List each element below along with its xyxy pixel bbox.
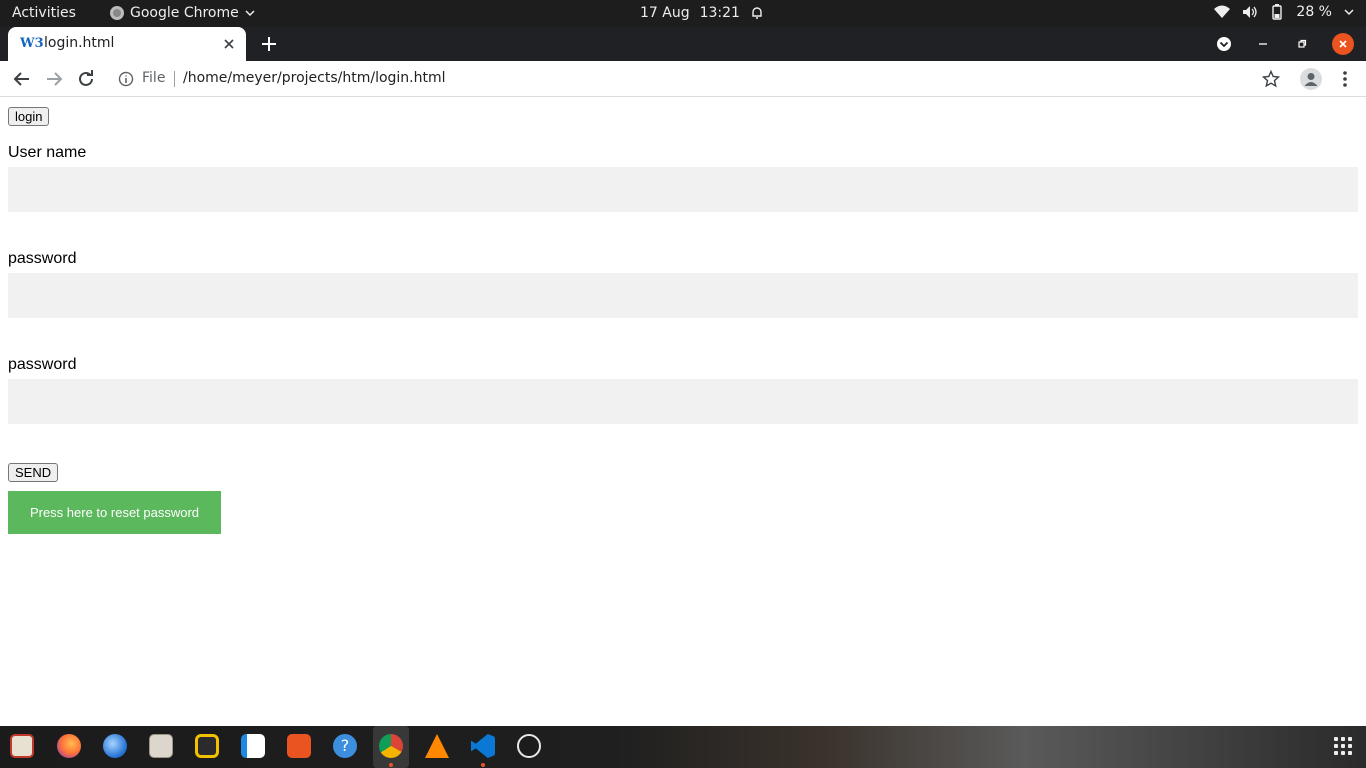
w3-favicon-icon: W3 — [20, 36, 44, 51]
more-menu-icon[interactable] — [1336, 69, 1354, 89]
username-label: User name — [8, 144, 87, 161]
system-top-bar: Activities Google Chrome 17 Aug 13:21 28… — [0, 0, 1366, 27]
minimize-icon — [1259, 43, 1267, 45]
close-icon[interactable] — [220, 35, 238, 53]
password-confirm-label: password — [8, 356, 77, 373]
firefox-icon[interactable] — [57, 734, 81, 758]
app-menu-label: Google Chrome — [130, 5, 239, 21]
page-content: login User name password password SEND P… — [0, 98, 1366, 726]
chrome-mini-icon — [110, 6, 124, 20]
url-scheme-label: File — [142, 70, 166, 86]
running-indicator — [481, 763, 485, 767]
reset-password-button[interactable]: Press here to reset password — [8, 491, 221, 534]
writer-icon[interactable] — [241, 734, 265, 758]
password-input[interactable] — [8, 273, 1358, 318]
new-tab-plus-icon[interactable] — [260, 35, 278, 53]
show-applications-icon[interactable] — [1334, 737, 1352, 755]
address-bar[interactable]: File /home/meyer/projects/htm/login.html — [108, 64, 1288, 94]
restore-button[interactable] — [1291, 33, 1313, 55]
url-separator — [174, 71, 175, 87]
dock: ? — [0, 726, 1366, 768]
clock-date: 17 Aug — [640, 5, 690, 21]
help-icon[interactable]: ? — [333, 734, 357, 758]
chevron-down-icon — [245, 10, 255, 17]
app-menu[interactable]: Google Chrome — [110, 5, 255, 21]
restore-icon — [1298, 39, 1307, 48]
wifi-icon — [1214, 5, 1231, 18]
tab-login-html[interactable]: W3 login.html — [8, 27, 246, 61]
username-input[interactable] — [8, 167, 1358, 212]
tab-title: login.html — [44, 35, 115, 51]
clock[interactable]: 17 Aug 13:21 — [640, 5, 764, 21]
software-icon[interactable] — [287, 734, 311, 758]
system-tray[interactable]: 28 % — [1214, 4, 1354, 20]
vlc-icon[interactable] — [425, 734, 449, 758]
bookmark-star-icon[interactable] — [1262, 70, 1280, 88]
profile-avatar[interactable] — [1300, 68, 1322, 90]
volume-icon — [1243, 6, 1258, 18]
clock-time: 13:21 — [699, 5, 740, 21]
activities-button[interactable]: Activities — [12, 5, 76, 21]
chrome-icon[interactable] — [379, 734, 403, 758]
thunderbird-icon[interactable] — [103, 734, 127, 758]
minimize-button[interactable] — [1252, 33, 1274, 55]
info-icon[interactable] — [118, 71, 134, 87]
tab-strip: W3 login.html — [0, 27, 1366, 61]
battery-percent: 28 % — [1296, 4, 1332, 20]
running-indicator — [389, 763, 393, 767]
battery-icon — [1272, 4, 1283, 20]
alarm-bell-icon — [752, 7, 762, 19]
vscode-icon[interactable] — [471, 734, 495, 758]
send-button[interactable]: SEND — [8, 463, 59, 482]
password-confirm-input[interactable] — [8, 379, 1358, 424]
forward-arrow-icon[interactable] — [44, 69, 64, 89]
close-icon — [1339, 40, 1347, 48]
url-text[interactable]: /home/meyer/projects/htm/login.html — [183, 70, 446, 86]
login-button[interactable]: login — [8, 107, 50, 126]
browser-toolbar: File /home/meyer/projects/htm/login.html — [0, 61, 1366, 97]
chevron-down-icon — [1344, 9, 1354, 16]
person-icon — [1304, 73, 1318, 86]
password-label: password — [8, 250, 77, 267]
close-window-button[interactable] — [1332, 33, 1354, 55]
tab-search-button[interactable] — [1213, 33, 1235, 55]
back-arrow-icon[interactable] — [12, 69, 32, 89]
reload-icon[interactable] — [76, 69, 96, 89]
obs-icon[interactable] — [517, 734, 541, 758]
tab-search-icon — [1217, 37, 1231, 51]
files-icon[interactable] — [149, 734, 173, 758]
rhythmbox-icon[interactable] — [195, 734, 219, 758]
mail-app-icon[interactable] — [10, 734, 34, 758]
